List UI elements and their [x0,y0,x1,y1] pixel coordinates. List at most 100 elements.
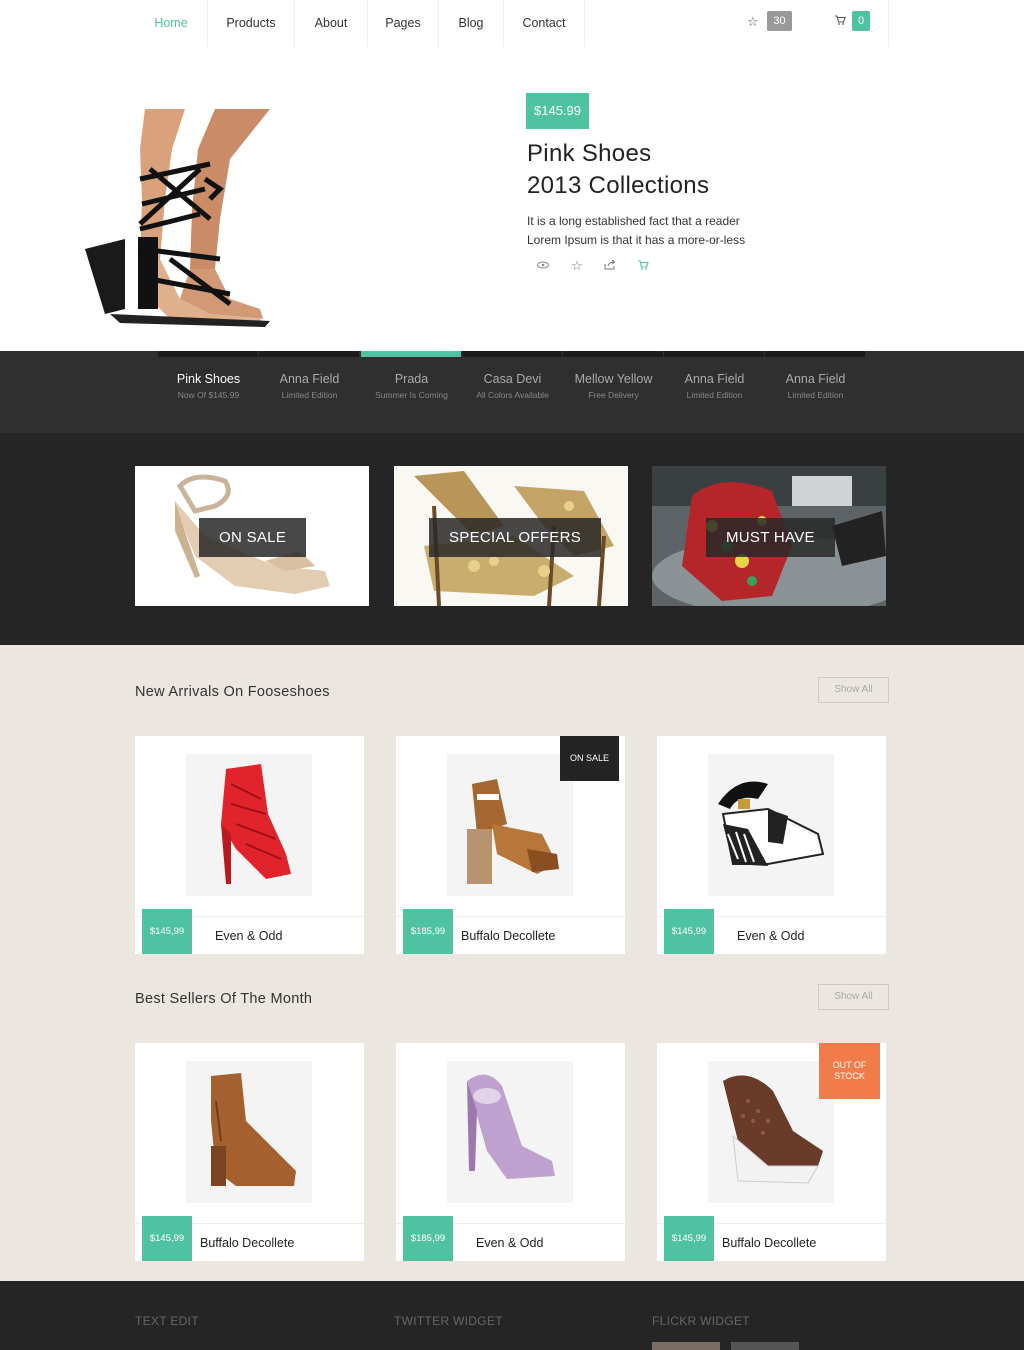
product-card[interactable]: $185,99 Even & Odd [396,1043,625,1261]
product-card[interactable]: ON SALE $185,99 Buffalo Decollete [396,736,625,954]
tab-title: Prada [394,372,429,386]
tab-subtitle: All Colors Available [476,390,549,400]
cart-icon[interactable] [834,14,846,29]
nav-pages[interactable]: Pages [368,0,439,47]
wishlist-count-badge[interactable]: 30 [767,11,792,31]
product-image [186,1061,312,1203]
out-of-stock-badge: OUT OF STOCK [819,1043,880,1099]
best-sellers-title: Best Sellers Of The Month [135,991,313,1007]
tab-indicator [462,351,562,357]
tab-title: Anna Field [785,372,846,386]
tab-subtitle: Summer Is Coming [375,390,448,400]
product-price: $145,99 [142,909,192,954]
product-image [447,1061,573,1203]
tab-title: Mellow Yellow [574,372,653,386]
nav-divider [888,0,889,47]
product-name[interactable]: Even & Odd [476,1236,543,1250]
product-card[interactable]: OUT OF STOCK $145,99 Buffalo Decollete [657,1043,886,1261]
product-name[interactable]: Buffalo Decollete [200,1236,294,1250]
product-price: $185,99 [403,909,453,954]
footer: TEXT EDIT TWITTER WIDGET FLICKR WIDGET [0,1281,1024,1350]
promo-on-sale[interactable]: ON SALE [135,466,369,606]
product-image [708,754,834,896]
nav-products[interactable]: Products [208,0,295,47]
hero-section: $145.99 Pink Shoes 2013 Collections It i… [0,47,1024,352]
product-card[interactable]: $145,99 Buffalo Decollete [135,1043,364,1261]
promo-label: ON SALE [199,518,307,557]
product-price: $145,99 [664,1216,714,1261]
hero-title-line1: Pink Shoes [527,140,652,167]
footer-text-edit-title: TEXT EDIT [135,1314,199,1328]
nav-about[interactable]: About [295,0,368,47]
tab-subtitle: Limited Edition [787,390,844,400]
nav-contact[interactable]: Contact [504,0,585,47]
product-name[interactable]: Even & Odd [215,929,282,943]
new-arrivals-title: New Arrivals On Fooseshoes [135,684,330,700]
tab-title: Anna Field [684,372,745,386]
product-image [186,754,312,896]
share-icon[interactable] [604,259,616,273]
star-icon[interactable]: ☆ [747,14,759,30]
slider-tab[interactable]: Casa Devi All Colors Available [462,351,563,433]
product-image [447,754,573,896]
hero-price-tag: $145.99 [526,93,589,129]
product-name[interactable]: Buffalo Decollete [461,929,555,943]
promo-label: SPECIAL OFFERS [429,518,602,557]
slider-tab[interactable]: Anna Field Limited Edition [765,351,866,433]
tab-subtitle: Limited Edition [686,390,743,400]
nav-home[interactable]: Home [135,0,208,47]
slider-tab[interactable]: Pink Shoes Now Of $145.99 [158,351,259,433]
product-price: $145,99 [664,909,714,954]
tab-subtitle: Limited Edition [281,390,338,400]
flickr-thumbnail[interactable] [731,1342,799,1350]
tab-indicator [158,351,258,357]
footer-flickr-title: FLICKR WIDGET [652,1314,750,1328]
hero-title: Pink Shoes 2013 Collections [527,138,709,202]
footer-twitter-title: TWITTER WIDGET [394,1314,503,1328]
hero-shoe-image [85,109,270,327]
product-price: $185,99 [403,1216,453,1261]
add-to-cart-icon[interactable] [637,260,649,274]
slider-tabs: Pink Shoes Now Of $145.99 Anna Field Limit… [0,351,1024,433]
slider-tab[interactable]: Anna Field Limited Edition [664,351,765,433]
new-arrivals-show-all-button[interactable]: Show All [818,677,889,703]
promo-section: ON SALE SPECIAL OFFERS MUST HAVE [0,433,1024,645]
flickr-thumbnail[interactable] [652,1342,720,1350]
promo-label: MUST HAVE [706,518,835,557]
favorite-star-icon[interactable]: ☆ [571,258,583,274]
product-name[interactable]: Buffalo Decollete [722,1236,816,1250]
tab-indicator [259,351,359,357]
tab-indicator [765,351,865,357]
tab-title: Anna Field [279,372,340,386]
best-sellers-show-all-button[interactable]: Show All [818,984,889,1010]
tab-indicator [664,351,764,357]
promo-must-have[interactable]: MUST HAVE [652,466,886,606]
slider-tab[interactable]: Anna Field Limited Edition [259,351,360,433]
tab-indicator [563,351,663,357]
hero-title-line2: 2013 Collections [527,172,710,199]
product-price: $145,99 [142,1216,192,1261]
hero-desc-line2: Lorem Ipsum is that it has a more-or-les… [527,233,746,247]
view-icon[interactable] [537,260,549,273]
products-section: New Arrivals On Fooseshoes Show All $145… [0,645,1024,1281]
product-card[interactable]: $145,99 Even & Odd [657,736,886,954]
on-sale-badge: ON SALE [560,736,619,781]
tab-subtitle: Now Of $145.99 [177,390,240,400]
nav-blog[interactable]: Blog [439,0,504,47]
badge-text: STOCK [834,1071,865,1081]
badge-text: OUT OF [832,1060,867,1070]
cart-count-badge[interactable]: 0 [852,11,870,31]
tab-indicator-active [361,351,461,357]
tab-title: Casa Devi [483,372,542,386]
slider-tab[interactable]: Prada Summer Is Coming [361,351,462,433]
hero-description: It is a long established fact that a rea… [527,212,787,250]
product-name[interactable]: Even & Odd [737,929,804,943]
hero-desc-line1: It is a long established fact that a rea… [527,214,740,228]
product-image [708,1061,834,1203]
tab-subtitle: Free Delivery [588,390,639,400]
tab-title: Pink Shoes [176,372,241,386]
slider-tab[interactable]: Mellow Yellow Free Delivery [563,351,664,433]
promo-special-offers[interactable]: SPECIAL OFFERS [394,466,628,606]
top-nav: Home Products About Pages Blog Contact ☆… [0,0,1024,47]
product-card[interactable]: $145,99 Even & Odd [135,736,364,954]
